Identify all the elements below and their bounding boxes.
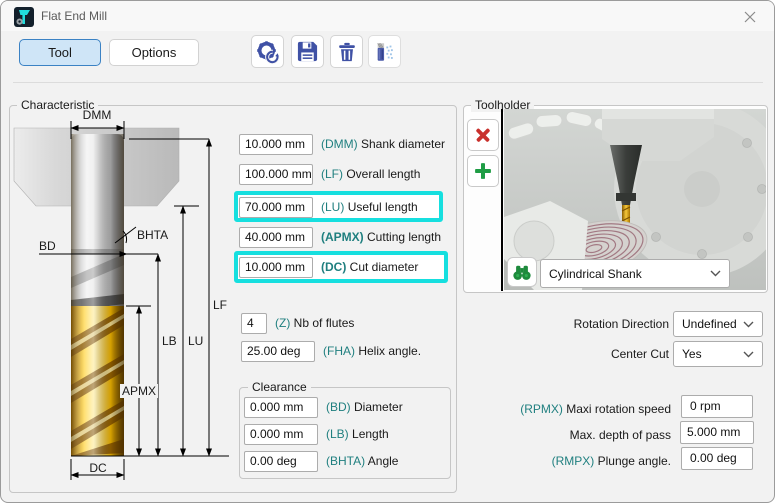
helix-angle-label: (FHA) Helix angle. <box>323 341 421 362</box>
add-toolholder-button[interactable] <box>467 155 499 187</box>
binoculars-icon <box>511 262 533 282</box>
save-icon <box>296 40 319 63</box>
svg-text:APMX: APMX <box>122 384 156 398</box>
maxi-rotation-speed-label: (RPMX) Maxi rotation speed <box>401 402 671 416</box>
end-mill-diagram: DMM LF LU LB APMX BD BHTA <box>9 101 239 491</box>
svg-text:BHTA: BHTA <box>137 228 168 242</box>
red-x-icon <box>473 125 493 145</box>
max-depth-of-pass-field[interactable]: 5.000 mm <box>680 421 754 444</box>
shank-diameter-label: (DMM) Shank diameter <box>321 134 445 155</box>
rotation-direction-value: Undefined <box>682 317 737 331</box>
clearance-angle-label: (BHTA) Angle <box>326 451 398 472</box>
app-icon <box>14 7 34 27</box>
max-depth-of-pass-label: Max. depth of pass <box>401 428 671 442</box>
settings-button[interactable] <box>251 35 284 68</box>
toolholder-axis-line <box>501 109 503 291</box>
svg-text:DMM: DMM <box>83 108 112 122</box>
svg-text:LU: LU <box>188 334 203 348</box>
browse-toolholder-button[interactable] <box>507 257 537 287</box>
trash-icon <box>336 41 358 63</box>
chevron-down-icon <box>710 270 721 277</box>
window-title: Flat End Mill <box>41 9 107 23</box>
clearance-length-field[interactable]: 0.000 mm <box>244 424 318 445</box>
shank-type-select[interactable]: Cylindrical Shank <box>540 259 730 288</box>
clearance-diameter-label: (BD) Diameter <box>326 397 403 418</box>
green-plus-icon <box>473 161 493 181</box>
tab-tool[interactable]: Tool <box>19 39 101 66</box>
useful-length-field[interactable]: 70.000 mm <box>239 197 313 218</box>
center-cut-value: Yes <box>682 347 702 361</box>
toolbar-separator <box>13 82 763 83</box>
svg-text:LF: LF <box>213 298 227 312</box>
helix-angle-field[interactable]: 25.00 deg <box>241 341 315 362</box>
clearance-group-label: Clearance <box>248 380 311 394</box>
tool-measure-icon <box>374 41 396 63</box>
chevron-down-icon <box>743 321 754 328</box>
gear-sync-icon <box>256 40 280 64</box>
svg-text:DC: DC <box>89 461 107 475</box>
tab-options[interactable]: Options <box>109 39 199 66</box>
clearance-angle-field[interactable]: 0.00 deg <box>244 451 318 472</box>
shank-diameter-field[interactable]: 10.000 mm <box>239 134 313 155</box>
chevron-down-icon <box>743 351 754 358</box>
flat-end-mill-dialog: Flat End Mill Tool Options <box>0 0 775 503</box>
rotation-direction-select[interactable]: Undefined <box>673 311 763 337</box>
shank-type-value: Cylindrical Shank <box>549 267 642 281</box>
clearance-diameter-field[interactable]: 0.000 mm <box>244 397 318 418</box>
close-icon <box>744 11 756 23</box>
close-button[interactable] <box>742 9 758 25</box>
cut-diameter-label: (DC) Cut diameter <box>321 257 418 278</box>
nb-flutes-field[interactable]: 4 <box>241 313 267 334</box>
svg-text:LB: LB <box>162 334 177 348</box>
rotation-direction-label: Rotation Direction <box>461 317 669 331</box>
cut-diameter-field[interactable]: 10.000 mm <box>239 257 313 278</box>
svg-text:BD: BD <box>39 239 56 253</box>
remove-toolholder-button[interactable] <box>467 119 499 151</box>
tab-options-label: Options <box>132 45 177 60</box>
center-cut-label: Center Cut <box>461 347 669 361</box>
overall-length-field[interactable]: 100.000 mm <box>239 164 313 185</box>
save-button[interactable] <box>291 35 324 68</box>
cutting-length-label: (APMX) Cutting length <box>321 227 441 248</box>
delete-button[interactable] <box>330 35 363 68</box>
overall-length-label: (LF) Overall length <box>321 164 420 185</box>
nb-flutes-label: (Z) Nb of flutes <box>275 313 354 334</box>
plunge-angle-field[interactable]: 0.00 deg <box>681 447 753 470</box>
cutting-length-field[interactable]: 40.000 mm <box>239 227 313 248</box>
useful-length-label: (LU) Useful length <box>321 197 418 218</box>
plunge-angle-label: (RMPX) Plunge angle. <box>401 454 671 468</box>
tool-info-button[interactable] <box>368 35 401 68</box>
maxi-rotation-speed-field[interactable]: 0 rpm <box>681 395 753 418</box>
titlebar: Flat End Mill <box>1 1 774 31</box>
center-cut-select[interactable]: Yes <box>673 341 763 367</box>
clearance-length-label: (LB) Length <box>326 424 389 445</box>
tab-tool-label: Tool <box>48 45 72 60</box>
